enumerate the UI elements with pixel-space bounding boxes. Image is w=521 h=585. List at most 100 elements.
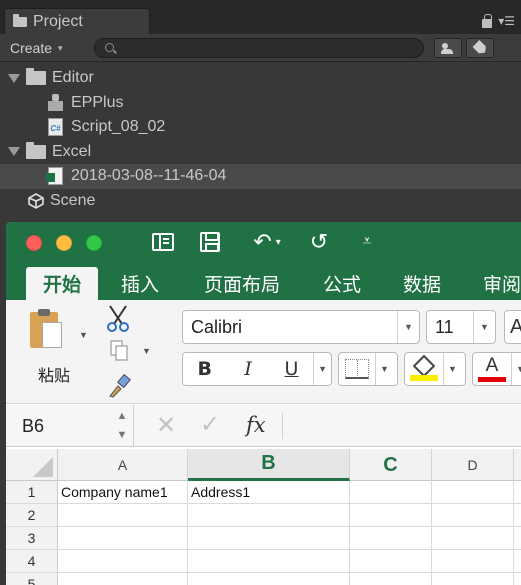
tree-item-scene[interactable]: Scene — [0, 189, 521, 214]
tab-home[interactable]: 开始 — [26, 267, 98, 300]
cell-c1[interactable] — [350, 481, 432, 503]
stepper-down-icon[interactable]: ▼ — [117, 430, 128, 441]
cancel-icon[interactable]: ✕ — [156, 411, 176, 440]
chevron-down-icon[interactable]: ▼ — [443, 353, 461, 385]
cut-icon[interactable] — [106, 304, 130, 332]
name-box-stepper[interactable]: ▲ ▼ — [116, 411, 128, 441]
font-size-select[interactable]: 11 ▼ — [426, 310, 496, 344]
table-row: 5 — [6, 573, 521, 585]
row-header[interactable]: 4 — [6, 550, 58, 572]
cell-b2[interactable] — [188, 504, 350, 526]
cell-b4[interactable] — [188, 550, 350, 572]
format-painter-icon[interactable] — [106, 374, 132, 398]
chevron-down-icon[interactable]: ▼ — [473, 311, 495, 343]
project-tab-label: Project — [33, 12, 83, 30]
tab-review[interactable]: 审阅 — [472, 267, 521, 300]
tab-data[interactable]: 数据 — [392, 267, 452, 300]
close-window-button[interactable] — [26, 235, 42, 251]
chevron-down-icon[interactable]: ▾ — [276, 237, 281, 248]
tree-item-label: Editor — [52, 69, 94, 87]
tree-item-epplus[interactable]: EPPlus — [0, 91, 521, 116]
cell-a5[interactable] — [58, 573, 188, 585]
cell-b1[interactable]: Address1 — [188, 481, 350, 503]
zoom-window-button[interactable] — [86, 235, 102, 251]
row-header[interactable]: 3 — [6, 527, 58, 549]
cell-d3[interactable] — [432, 527, 514, 549]
column-header-d[interactable]: D — [432, 449, 514, 481]
search-input[interactable] — [121, 40, 411, 56]
tab-formulas[interactable]: 公式 — [312, 267, 372, 300]
toggle-sidebar-button[interactable] — [150, 230, 176, 254]
row-header[interactable]: 1 — [6, 481, 58, 503]
create-button[interactable]: Create ▾ — [10, 38, 63, 58]
paint-bucket-icon — [410, 357, 438, 381]
select-all-corner[interactable] — [6, 449, 58, 481]
excel-title-bar: ↶ ▾ ↺ ⩡ — [6, 222, 521, 262]
tab-page-layout[interactable]: 页面布局 — [192, 267, 292, 300]
increase-font-size-button[interactable]: A — [504, 310, 521, 344]
undo-button[interactable]: ↶ ▾ — [242, 229, 292, 254]
font-family-select[interactable]: Calibri ▼ — [182, 310, 420, 344]
panel-menu-icon[interactable]: ▾☰ — [498, 14, 515, 28]
redo-button[interactable]: ↺ — [306, 229, 332, 254]
borders-button[interactable]: ▼ — [338, 352, 398, 386]
ribbon-tabs: 开始 插入 页面布局 公式 数据 审阅 — [6, 262, 521, 300]
chevron-down-icon[interactable]: ▼ — [511, 353, 521, 385]
tab-insert[interactable]: 插入 — [108, 267, 172, 300]
search-box[interactable] — [94, 38, 424, 58]
column-header-b[interactable]: B — [188, 449, 350, 481]
filter-by-type-button[interactable] — [434, 38, 462, 58]
cell-d5[interactable] — [432, 573, 514, 585]
tree-item-excel[interactable]: Excel — [0, 140, 521, 165]
column-header-c[interactable]: C — [350, 449, 432, 481]
cell-c3[interactable] — [350, 527, 432, 549]
cell-c5[interactable] — [350, 573, 432, 585]
cell-a1[interactable]: Company name1 — [58, 481, 188, 503]
row-header[interactable]: 5 — [6, 573, 58, 585]
cell-b5[interactable] — [188, 573, 350, 585]
chevron-down-icon[interactable]: ▼ — [79, 330, 88, 340]
bold-button[interactable]: B — [183, 353, 226, 385]
chevron-down-icon[interactable]: ▼ — [142, 346, 151, 356]
disclosure-triangle-icon[interactable] — [8, 147, 20, 157]
disclosure-triangle-icon[interactable] — [8, 73, 20, 83]
tree-item-label: Excel — [52, 142, 92, 160]
tree-item-editor[interactable]: Editor — [0, 66, 521, 91]
cell-a4[interactable] — [58, 550, 188, 572]
column-header-a[interactable]: A — [58, 449, 188, 481]
minimize-window-button[interactable] — [56, 235, 72, 251]
italic-button[interactable]: I — [226, 353, 269, 385]
font-color-button[interactable]: A ▼ — [472, 352, 521, 386]
cell-d2[interactable] — [432, 504, 514, 526]
cell-a3[interactable] — [58, 527, 188, 549]
cell-a2[interactable] — [58, 504, 188, 526]
excel-file-icon — [46, 167, 63, 186]
tree-item-script[interactable]: C# Script_08_02 — [0, 115, 521, 140]
copy-icon[interactable] — [110, 340, 128, 362]
chevron-down-icon[interactable]: ▼ — [375, 353, 393, 385]
insert-function-icon[interactable]: fx — [246, 413, 266, 437]
cell-d1[interactable] — [432, 481, 514, 503]
cell-c2[interactable] — [350, 504, 432, 526]
project-tab[interactable]: Project — [4, 8, 150, 34]
fill-color-button[interactable]: ▼ — [404, 352, 466, 386]
chevron-down-icon[interactable]: ▼ — [313, 353, 331, 385]
tree-item-excel-file[interactable]: 2018-03-08--11-46-04 — [0, 164, 521, 189]
enter-icon[interactable]: ✓ — [200, 410, 220, 439]
chevron-down-icon[interactable]: ▼ — [397, 311, 419, 343]
underline-button[interactable]: U — [270, 353, 313, 385]
folder-icon — [26, 141, 46, 159]
cell-d4[interactable] — [432, 550, 514, 572]
lock-icon[interactable] — [482, 13, 493, 28]
row-header[interactable]: 2 — [6, 504, 58, 526]
customize-toolbar-button[interactable]: ⩡ — [356, 230, 378, 254]
cell-c4[interactable] — [350, 550, 432, 572]
folder-icon — [13, 13, 27, 27]
paste-button[interactable]: ▼ 粘贴 — [24, 308, 88, 394]
filter-by-label-button[interactable] — [466, 38, 494, 58]
name-box[interactable]: B6 — [6, 405, 134, 447]
stepper-up-icon[interactable]: ▲ — [117, 411, 128, 422]
save-button[interactable] — [198, 230, 222, 254]
chevron-down-icon: ▾ — [58, 42, 63, 53]
cell-b3[interactable] — [188, 527, 350, 549]
